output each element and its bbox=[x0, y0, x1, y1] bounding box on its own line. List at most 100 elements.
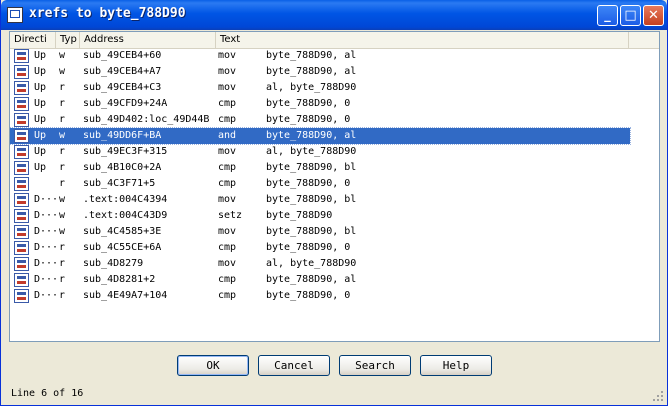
mnemonic-cell: mov bbox=[218, 194, 237, 205]
operands-cell: byte_788D90 bbox=[266, 210, 333, 221]
table-row[interactable]: D··· w .text:004C43D9 setz byte_788D90 bbox=[10, 208, 630, 224]
table-row[interactable]: D··· w .text:004C4394 mov byte_788D90, bl bbox=[10, 192, 630, 208]
status-text: Line 6 of 16 bbox=[11, 388, 84, 399]
xref-row-icon bbox=[14, 145, 29, 159]
xref-row-icon bbox=[14, 49, 29, 63]
operands-cell: byte_788D90, 0 bbox=[266, 178, 351, 189]
mnemonic-cell: mov bbox=[218, 146, 237, 157]
table-row[interactable]: Up r sub_49EC3F+315 mov al, byte_788D90 bbox=[10, 144, 630, 160]
help-button[interactable]: Help bbox=[420, 355, 492, 376]
table-row[interactable]: Up w sub_49DD6F+BA and byte_788D90, al bbox=[10, 127, 631, 145]
search-button[interactable]: Search bbox=[339, 355, 411, 376]
resize-grip-icon[interactable] bbox=[652, 390, 664, 402]
ok-button[interactable]: OK bbox=[177, 355, 249, 376]
direction-cell: D··· bbox=[34, 274, 59, 285]
close-icon: ✕ bbox=[648, 8, 659, 23]
direction-cell: Up bbox=[34, 82, 47, 93]
column-header-address[interactable]: Address bbox=[80, 32, 216, 48]
cancel-button[interactable]: Cancel bbox=[258, 355, 330, 376]
type-cell: r bbox=[59, 98, 66, 109]
operands-cell: byte_788D90, bl bbox=[266, 194, 357, 205]
operands-cell: byte_788D90, al bbox=[266, 274, 357, 285]
address-cell: sub_49CEB4+A7 bbox=[83, 66, 162, 77]
table-row[interactable]: D··· r sub_4D8281+2 cmp byte_788D90, al bbox=[10, 272, 630, 288]
operands-cell: byte_788D90, bl bbox=[266, 226, 357, 237]
xref-row-icon bbox=[14, 81, 29, 95]
type-cell: w bbox=[59, 50, 66, 61]
minimize-button[interactable]: _ bbox=[597, 5, 618, 26]
mnemonic-cell: mov bbox=[218, 50, 237, 61]
table-row[interactable]: Up w sub_49CEB4+A7 mov byte_788D90, al bbox=[10, 64, 630, 80]
operands-cell: byte_788D90, 0 bbox=[266, 242, 351, 253]
address-cell: sub_49DD6F+BA bbox=[83, 130, 162, 141]
mnemonic-cell: mov bbox=[218, 258, 237, 269]
mnemonic-cell: cmp bbox=[218, 290, 237, 301]
mnemonic-cell: cmp bbox=[218, 178, 237, 189]
address-cell: sub_4D8281+2 bbox=[83, 274, 156, 285]
table-row[interactable]: Up r sub_49CEB4+C3 mov al, byte_788D90 bbox=[10, 80, 630, 96]
address-cell: .text:004C4394 bbox=[83, 194, 168, 205]
xref-row-icon bbox=[14, 161, 29, 175]
xref-row-icon bbox=[14, 209, 29, 223]
type-cell: r bbox=[59, 114, 66, 125]
address-cell: sub_4B10C0+2A bbox=[83, 162, 162, 173]
direction-cell: D··· bbox=[34, 290, 59, 301]
minimize-icon: _ bbox=[604, 8, 611, 23]
xref-row-icon bbox=[14, 129, 29, 143]
xref-row-icon bbox=[14, 193, 29, 207]
column-header-direction[interactable]: Directi bbox=[10, 32, 56, 48]
type-cell: r bbox=[59, 242, 66, 253]
window-title: xrefs to byte_788D90 bbox=[29, 6, 186, 21]
type-cell: w bbox=[59, 194, 66, 205]
direction-cell: D··· bbox=[34, 258, 59, 269]
type-cell: r bbox=[59, 146, 66, 157]
direction-cell: D··· bbox=[34, 242, 59, 253]
mnemonic-cell: cmp bbox=[218, 274, 237, 285]
table-row[interactable]: r sub_4C3F71+5 cmp byte_788D90, 0 bbox=[10, 176, 630, 192]
direction-cell: Up bbox=[34, 162, 47, 173]
xref-row-icon bbox=[14, 113, 29, 127]
table-row[interactable]: Up r sub_4B10C0+2A cmp byte_788D90, bl bbox=[10, 160, 630, 176]
table-row[interactable]: Up w sub_49CEB4+60 mov byte_788D90, al bbox=[10, 48, 630, 64]
close-button[interactable]: ✕ bbox=[643, 5, 664, 26]
maximize-button[interactable]: □ bbox=[620, 5, 641, 26]
title-bar[interactable]: xrefs to byte_788D90 _ □ ✕ bbox=[1, 0, 667, 30]
mnemonic-cell: cmp bbox=[218, 162, 237, 173]
direction-cell: Up bbox=[34, 130, 47, 141]
address-cell: sub_4C55CE+6A bbox=[83, 242, 162, 253]
xref-row-icon bbox=[14, 289, 29, 303]
type-cell: r bbox=[59, 178, 66, 189]
xrefs-dialog: xrefs to byte_788D90 _ □ ✕ Directi Typ A… bbox=[0, 0, 668, 406]
operands-cell: byte_788D90, al bbox=[266, 130, 357, 141]
xref-row-icon bbox=[14, 257, 29, 271]
mnemonic-cell: and bbox=[218, 130, 237, 141]
direction-cell: D··· bbox=[34, 226, 59, 237]
table-row[interactable]: Up r sub_49D402:loc_49D44B cmp byte_788D90, … bbox=[10, 112, 630, 128]
table-row[interactable]: D··· r sub_4D8279 mov al, byte_788D90 bbox=[10, 256, 630, 272]
xref-row-icon bbox=[14, 177, 29, 191]
operands-cell: al, byte_788D90 bbox=[266, 82, 357, 93]
mnemonic-cell: cmp bbox=[218, 98, 237, 109]
direction-cell: D··· bbox=[34, 194, 59, 205]
direction-cell: Up bbox=[34, 50, 47, 61]
mnemonic-cell: mov bbox=[218, 226, 237, 237]
table-row[interactable]: D··· r sub_4C55CE+6A cmp byte_788D90, 0 bbox=[10, 240, 630, 256]
operands-cell: byte_788D90, bl bbox=[266, 162, 357, 173]
mnemonic-cell: mov bbox=[218, 66, 237, 77]
column-header-text[interactable]: Text bbox=[216, 32, 629, 48]
mnemonic-cell: mov bbox=[218, 82, 237, 93]
address-cell: sub_4D8279 bbox=[83, 258, 144, 269]
direction-cell: Up bbox=[34, 146, 47, 157]
address-cell: sub_49CEB4+60 bbox=[83, 50, 162, 61]
xref-list[interactable]: Directi Typ Address Text Up w sub_49CEB4+6… bbox=[9, 31, 660, 342]
address-cell: sub_49EC3F+315 bbox=[83, 146, 168, 157]
address-cell: sub_4E49A7+104 bbox=[83, 290, 168, 301]
address-cell: .text:004C43D9 bbox=[83, 210, 168, 221]
xref-row-icon bbox=[14, 225, 29, 239]
table-row[interactable]: D··· r sub_4E49A7+104 cmp byte_788D90, 0 bbox=[10, 288, 630, 304]
table-row[interactable]: D··· w sub_4C4585+3E mov byte_788D90, bl bbox=[10, 224, 630, 240]
column-header-type[interactable]: Typ bbox=[56, 32, 80, 48]
table-row[interactable]: Up r sub_49CFD9+24A cmp byte_788D90, 0 bbox=[10, 96, 630, 112]
type-cell: r bbox=[59, 82, 66, 93]
mnemonic-cell: cmp bbox=[218, 114, 237, 125]
